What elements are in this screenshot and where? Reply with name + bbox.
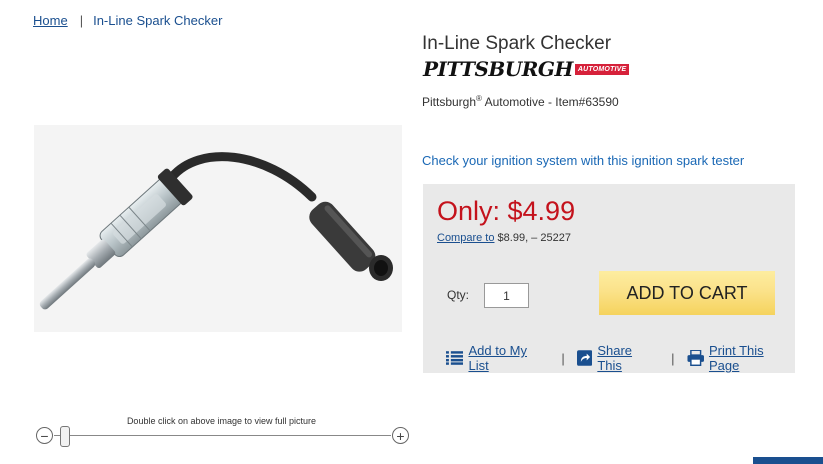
- add-to-cart-button[interactable]: ADD TO CART: [599, 271, 775, 315]
- spark-checker-picture: [39, 152, 393, 310]
- compare-link[interactable]: Compare to: [437, 232, 494, 244]
- add-to-list-label: Add to My List: [468, 343, 527, 373]
- qty-input[interactable]: [484, 283, 529, 308]
- footer-bar: [753, 457, 823, 464]
- brand-logo-name: PITTSBURGH: [423, 57, 573, 81]
- action-separator: |: [561, 350, 565, 366]
- price: Only: $4.99: [437, 196, 576, 226]
- brand-text: Pittsburgh: [422, 95, 477, 109]
- share-icon: [576, 350, 593, 366]
- share-label: Share This: [597, 343, 633, 373]
- qty-label: Qty:: [447, 288, 470, 302]
- item-info: Pittsburgh® Automotive - Item#63590: [422, 94, 619, 109]
- zoom-handle[interactable]: [60, 426, 70, 447]
- breadcrumb-home-link[interactable]: Home: [33, 13, 68, 28]
- compare-value: $8.99, – 25227: [494, 232, 571, 244]
- zoom-slider[interactable]: − +: [36, 426, 409, 447]
- zoom-out-button[interactable]: −: [36, 427, 53, 444]
- print-link[interactable]: Print This Page: [686, 343, 796, 373]
- item-number: Automotive - Item#63590: [481, 95, 619, 109]
- zoom-track[interactable]: [54, 435, 391, 436]
- zoom-caption: Double click on above image to view full…: [126, 416, 317, 426]
- product-actions: Add to My List | Share This | Print This…: [446, 343, 795, 373]
- brand-logo-badge: AUTOMOTIVE: [574, 63, 630, 75]
- zoom-in-button[interactable]: +: [392, 427, 409, 444]
- product-title: In-Line Spark Checker: [422, 33, 612, 54]
- action-separator: |: [671, 350, 675, 366]
- breadcrumb: Home | In-Line Spark Checker: [33, 13, 222, 28]
- breadcrumb-separator: |: [79, 13, 84, 28]
- price-box: Only: $4.99 Compare to $8.99, – 25227 Qt…: [423, 184, 795, 373]
- brand-logo: PITTSBURGH AUTOMOTIVE: [423, 57, 630, 81]
- add-to-list-link[interactable]: Add to My List: [446, 343, 548, 373]
- print-label: Print This Page: [708, 343, 764, 373]
- product-tagline: Check your ignition system with this ign…: [422, 153, 745, 168]
- list-icon: [446, 351, 464, 365]
- compare-price: Compare to $8.99, – 25227: [437, 232, 571, 244]
- share-link[interactable]: Share This: [576, 343, 658, 373]
- breadcrumb-current: In-Line Spark Checker: [93, 13, 223, 28]
- product-image[interactable]: [34, 125, 402, 332]
- printer-icon: [686, 350, 704, 366]
